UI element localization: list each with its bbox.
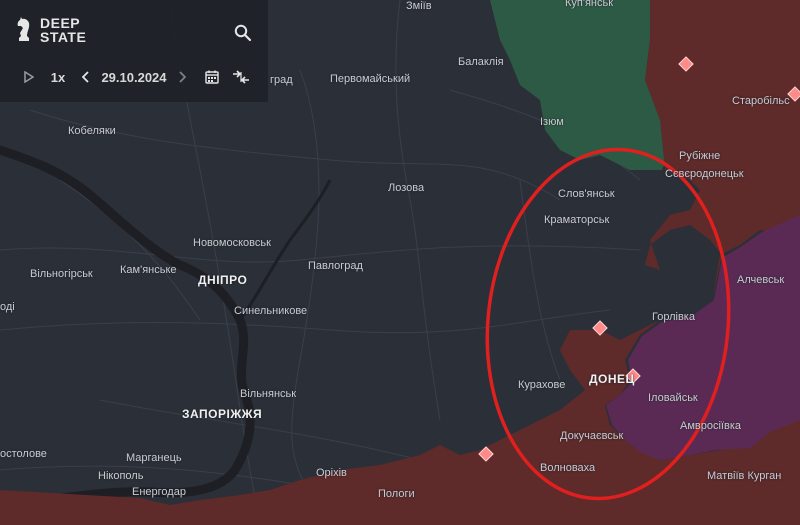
label-kupiansk: Куп'янськ <box>565 0 613 9</box>
label-matviiv-kurhan: Матвіїв Курган <box>707 470 781 482</box>
play-icon <box>24 71 34 83</box>
play-button[interactable] <box>20 62 38 92</box>
label-hrad: град <box>270 74 293 86</box>
label-volnovakha: Волноваха <box>540 462 595 474</box>
label-sloviansk: Слов'янськ <box>558 188 615 200</box>
label-lozova: Лозова <box>388 182 424 194</box>
chevron-right-icon <box>178 71 186 83</box>
speed-selector[interactable]: 1x <box>46 62 70 92</box>
label-kramatorsk: Краматорськ <box>544 214 609 226</box>
label-zaporizhzhia: ЗАПОРІЖЖЯ <box>182 407 262 421</box>
search-button[interactable] <box>234 24 252 46</box>
label-amvrosiivka: Амвросіївка <box>680 420 741 432</box>
date-display[interactable]: 29.10.2024 <box>98 62 170 92</box>
label-sinelnykove: Синельникове <box>234 305 307 317</box>
label-pavlohrad: Павлоград <box>308 260 363 272</box>
label-dnipro: ДНІПРО <box>198 273 247 287</box>
compare-button[interactable] <box>230 62 252 92</box>
brand-line1: DEEP <box>40 16 86 30</box>
label-kamianske: Кам'янське <box>120 264 177 276</box>
label-odi: оді <box>0 301 15 313</box>
label-sievierodonetsk: Сєвєродонецьк <box>665 168 744 180</box>
label-balakliia: Балаклія <box>458 56 504 68</box>
label-orikhiv: Оріхів <box>316 467 347 479</box>
label-izium: Ізюм <box>540 116 564 128</box>
label-kurakhove: Курахове <box>518 379 565 391</box>
label-enerhodar: Енергодар <box>132 486 186 498</box>
search-icon <box>234 24 252 42</box>
label-alchevsk: Алчевськ <box>737 274 784 286</box>
label-ilovaisk: Іловайськ <box>648 392 698 404</box>
brand-line2: STATE <box>40 30 86 44</box>
label-kobeliaky: Кобеляки <box>68 125 116 137</box>
label-vilnohirsk: Вільногірськ <box>30 268 93 280</box>
label-pervomaiskyi: Первомайський <box>330 73 410 85</box>
label-kostolove: остолове <box>0 448 47 460</box>
label-nikopol: Нікополь <box>98 470 143 482</box>
label-novomoskovsk: Новомосковськ <box>193 237 271 249</box>
label-donetsk: ДОНЕЦ <box>589 372 635 386</box>
label-rubizhne: Рубіжне <box>679 150 720 162</box>
label-marhanets: Марганець <box>126 452 182 464</box>
label-horlivka: Горлівка <box>652 311 695 323</box>
control-panel: DEEP STATE 1x 29.10.2024 <box>0 0 268 102</box>
compare-arrows-icon <box>232 70 250 84</box>
chevron-left-icon <box>82 71 90 83</box>
timeline-controls: 1x 29.10.2024 <box>0 62 268 92</box>
brand-logo[interactable]: DEEP STATE <box>16 16 86 44</box>
next-date-button[interactable] <box>174 62 190 92</box>
label-polohy: Пологи <box>378 488 415 500</box>
label-zmiiv: Зміїв <box>406 0 432 12</box>
knight-chess-icon <box>16 17 32 43</box>
label-vilniansk: Вільнянськ <box>240 388 296 400</box>
prev-date-button[interactable] <box>78 62 94 92</box>
label-starobilsk: Старобільс <box>732 95 790 107</box>
label-dokuchaievsk: Докучаєвськ <box>560 430 623 442</box>
calendar-button[interactable] <box>202 62 222 92</box>
calendar-icon <box>205 70 219 84</box>
